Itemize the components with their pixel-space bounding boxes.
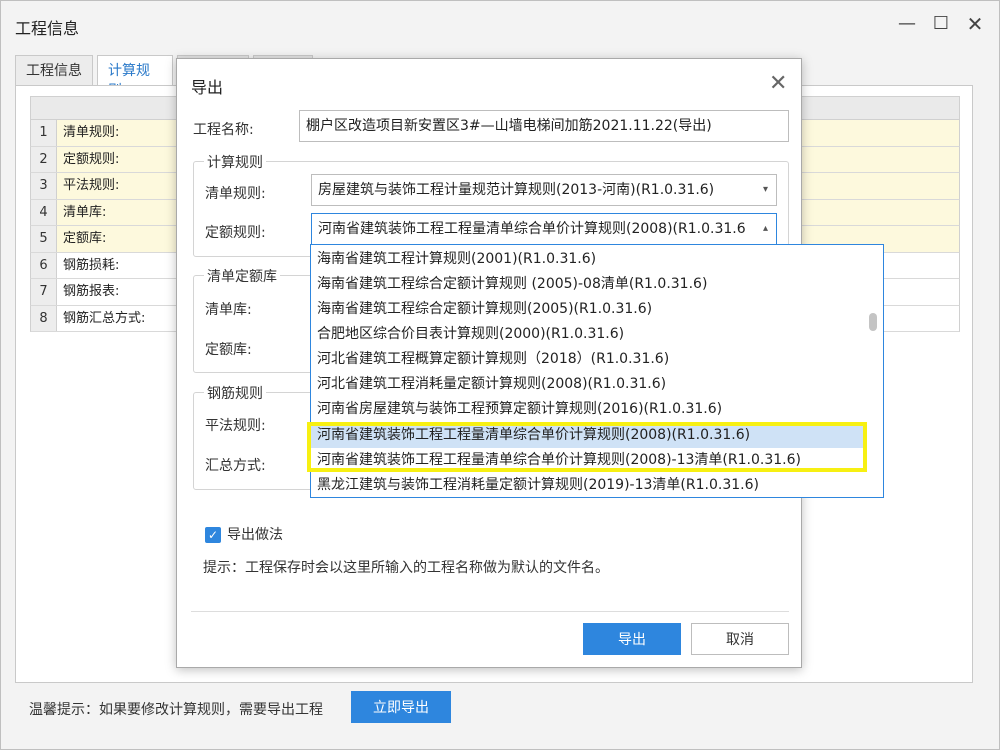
row-number: 5 [31, 226, 57, 252]
row-number: 4 [31, 199, 57, 225]
row-name: 定额库: [63, 231, 107, 246]
flat-rule-label: 平法规则: [205, 418, 266, 434]
rebar-group-title: 钢筋规则 [204, 383, 266, 403]
rebar-group: 钢筋规则 [193, 383, 323, 490]
close-icon[interactable]: ✕ [964, 13, 986, 35]
dropdown-scrollbar[interactable] [869, 313, 877, 331]
row-number: 6 [31, 252, 57, 278]
summary-method-label: 汇总方式: [205, 458, 266, 474]
export-now-button[interactable]: 立即导出 [351, 691, 451, 723]
calc-rules-group-title: 计算规则 [204, 152, 266, 172]
dialog-divider [191, 611, 789, 612]
row-number: 3 [31, 173, 57, 199]
project-name-input[interactable]: 棚户区改造项目新安置区3#—山墙电梯间加筋2021.11.22(导出) [299, 110, 789, 142]
quota-lib-label: 定额库: [205, 342, 252, 358]
dialog-close-icon[interactable]: ✕ [769, 71, 787, 96]
row-name: 钢筋报表: [63, 284, 120, 299]
dropdown-option[interactable]: 海南省建筑工程计算规则(2001)(R1.0.31.6) [311, 247, 863, 272]
bill-lib-label: 清单库: [205, 302, 252, 318]
export-method-checkbox[interactable]: ✓ [205, 527, 221, 543]
bill-rule-value: 房屋建筑与装饰工程计量规范计算规则(2013-河南)(R1.0.31.6) [318, 182, 715, 198]
lib-group-title: 清单定额库 [204, 266, 280, 286]
row-name: 定额规则: [63, 151, 120, 167]
save-hint: 提示：工程保存时会以这里所输入的工程名称做为默认的文件名。 [203, 560, 609, 576]
chevron-up-icon: ▴ [762, 223, 768, 234]
row-name: 清单规则: [63, 125, 120, 140]
footer-tip: 温馨提示：如果要修改计算规则，需要导出工程 [29, 702, 323, 718]
quota-rule-select[interactable]: 河南省建筑装饰工程工程量清单综合单价计算规则(2008)(R1.0.31.6 ▴ [311, 213, 777, 245]
dropdown-option[interactable]: 海南省建筑工程综合定额计算规则 (2005)-08清单(R1.0.31.6) [311, 272, 863, 297]
tab-project-info[interactable]: 工程信息 [15, 55, 93, 85]
project-name-label: 工程名称: [193, 122, 254, 138]
row-number: 2 [31, 146, 57, 172]
row-name: 清单库: [63, 204, 107, 220]
cancel-button[interactable]: 取消 [691, 623, 789, 655]
maximize-icon[interactable]: ☐ [930, 13, 952, 35]
row-number: 8 [31, 305, 57, 331]
quota-rule-value: 河南省建筑装饰工程工程量清单综合单价计算规则(2008)(R1.0.31.6 [318, 221, 746, 237]
dropdown-option[interactable]: 河北省建筑工程消耗量定额计算规则(2008)(R1.0.31.6) [311, 372, 863, 397]
bill-rule-label: 清单规则: [205, 186, 266, 202]
row-name: 平法规则: [63, 178, 120, 193]
dropdown-option[interactable]: 黑龙江建筑与装饰工程消耗量定额计算规则(2019)-13清单(R1.0.31.6… [311, 473, 863, 497]
row-name: 钢筋损耗: [63, 257, 120, 273]
quota-rule-label: 定额规则: [205, 225, 266, 241]
tab-calc-rules[interactable]: 计算规则 [97, 55, 173, 99]
chevron-down-icon: ▾ [762, 184, 768, 195]
dialog-title: 导出 [191, 78, 224, 97]
dropdown-option[interactable]: 合肥地区综合价目表计算规则(2000)(R1.0.31.6) [311, 322, 863, 347]
window-title: 工程信息 [15, 19, 80, 38]
bill-rule-select[interactable]: 房屋建筑与装饰工程计量规范计算规则(2013-河南)(R1.0.31.6) ▾ [311, 174, 777, 206]
dropdown-option[interactable]: 河北省建筑工程概算定额计算规则（2018）(R1.0.31.6) [311, 347, 863, 372]
dropdown-option[interactable]: 海南省建筑工程综合定额计算规则(2005)(R1.0.31.6) [311, 297, 863, 322]
row-name: 钢筋汇总方式: [63, 310, 146, 326]
row-number: 7 [31, 279, 57, 305]
export-method-label[interactable]: 导出做法 [227, 524, 283, 544]
minimize-icon[interactable]: — [896, 13, 918, 35]
dropdown-option[interactable]: 河南省房屋建筑与装饰工程预算定额计算规则(2016)(R1.0.31.6) [311, 397, 863, 422]
highlight-annotation [307, 422, 867, 472]
row-number: 1 [31, 120, 57, 146]
export-button[interactable]: 导出 [583, 623, 681, 655]
